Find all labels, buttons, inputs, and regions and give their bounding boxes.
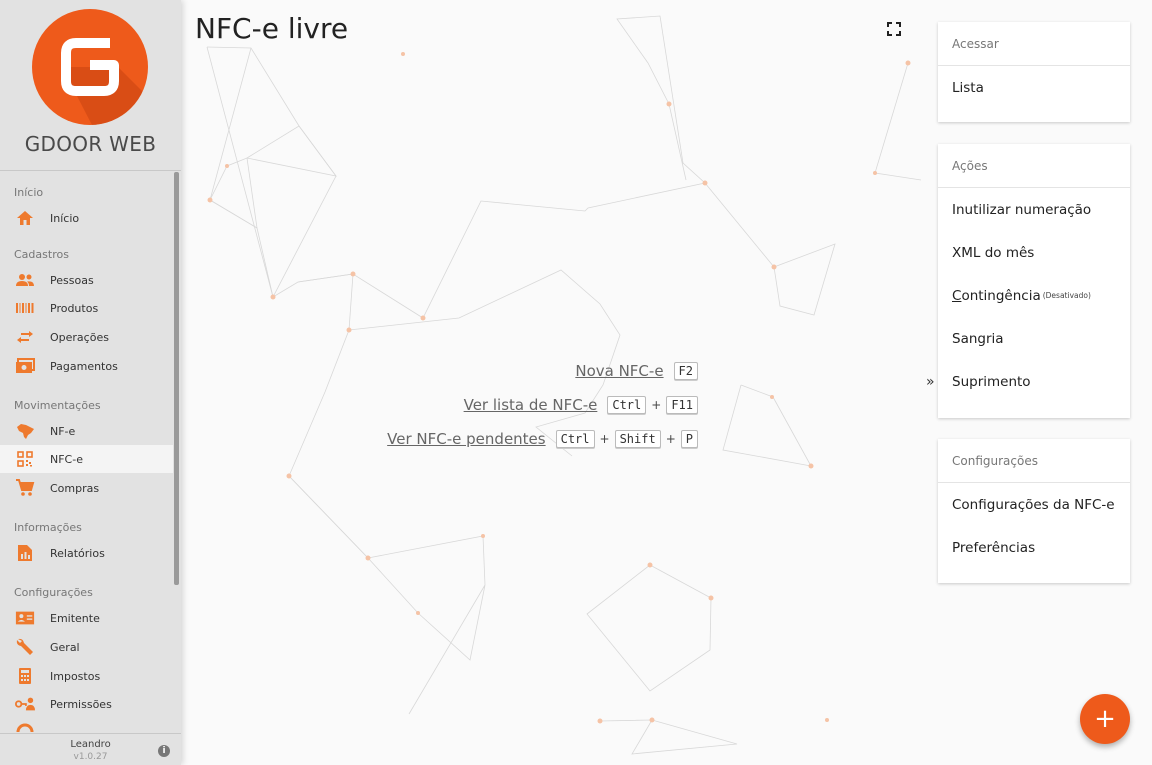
- sidebar-item-label: Início: [50, 211, 80, 225]
- sidebar-item-pessoas[interactable]: Pessoas: [0, 266, 173, 294]
- gdoor-logo[interactable]: [32, 9, 148, 125]
- sidebar-item-label: Operações: [50, 330, 109, 344]
- info-icon[interactable]: i: [158, 745, 170, 757]
- key-shift: Shift: [614, 430, 661, 448]
- shortcut-nova-nfce: Nova NFC-e F2: [575, 360, 698, 382]
- action-contingencia[interactable]: Contingência (Desativado): [938, 274, 1130, 317]
- add-button[interactable]: +: [1080, 694, 1130, 744]
- action-inutilizar-numeracao[interactable]: Inutilizar numeração: [938, 188, 1130, 231]
- wrench-icon: [15, 638, 35, 656]
- action-sangria[interactable]: Sangria: [938, 317, 1130, 360]
- card-acoes: Ações Inutilizar numeração XML do mês Co…: [938, 144, 1130, 418]
- sidebar-footer: Leandro v1.0.27 i: [0, 733, 181, 765]
- sidebar-item-impostos[interactable]: Impostos: [0, 662, 173, 690]
- sidebar-item-label: NF-e: [50, 424, 76, 438]
- contingencia-status: (Desativado): [1042, 291, 1091, 300]
- sidebar-item-label: Pagamentos: [50, 359, 118, 373]
- user-name[interactable]: Leandro: [0, 739, 181, 750]
- key-p: P: [680, 430, 698, 448]
- barcode-icon: [15, 299, 35, 317]
- section-label-cadastros: Cadastros: [14, 248, 69, 261]
- sidebar-item-label: Compras: [50, 481, 100, 495]
- calculator-icon: [15, 667, 35, 685]
- shortcut-lista-nfce: Ver lista de NFC-e Ctrl + F11: [464, 394, 698, 416]
- key-person-icon: [15, 695, 35, 713]
- sidebar-item-label: Geral: [50, 640, 80, 654]
- lista-nfce-link[interactable]: Ver lista de NFC-e: [464, 396, 598, 414]
- section-label-informacoes: Informações: [14, 521, 82, 534]
- sidebar-item-partial[interactable]: [0, 718, 173, 732]
- pendentes-nfce-link[interactable]: Ver NFC-e pendentes: [387, 430, 545, 448]
- sidebar-item-inicio[interactable]: Início: [0, 204, 173, 232]
- sidebar-scrollbar[interactable]: [174, 172, 179, 585]
- action-preferencias[interactable]: Preferências: [938, 526, 1130, 569]
- sidebar-item-label: Permissões: [50, 697, 112, 711]
- card-acessar: Acessar Lista: [938, 22, 1130, 122]
- qrcode-icon: [15, 450, 35, 468]
- key-f2: F2: [673, 362, 698, 380]
- fullscreen-icon[interactable]: [886, 21, 902, 37]
- sidebar: GDOOR WEB Início Início Cadastros Pessoa…: [0, 0, 181, 765]
- action-suprimento[interactable]: Suprimento: [938, 360, 1130, 403]
- sidebar-item-permissoes[interactable]: Permissões: [0, 690, 173, 718]
- sidebar-item-relatorios[interactable]: Relatórios: [0, 539, 173, 567]
- home-icon: [15, 209, 35, 227]
- card-header: Acessar: [938, 22, 1130, 66]
- partial-icon: [15, 723, 35, 732]
- key-plus: +: [651, 398, 662, 412]
- card-header: Configurações: [938, 439, 1130, 483]
- sidebar-item-nfce[interactable]: NFC-e: [0, 445, 173, 473]
- sidebar-item-emitente[interactable]: Emitente: [0, 604, 173, 632]
- sidebar-item-nfe[interactable]: NF-e: [0, 417, 173, 445]
- cart-icon: [15, 479, 35, 497]
- sidebar-item-compras[interactable]: Compras: [0, 474, 173, 502]
- sidebar-item-geral[interactable]: Geral: [0, 633, 173, 661]
- key-ctrl: Ctrl: [607, 396, 647, 414]
- sidebar-item-label: Impostos: [50, 669, 101, 683]
- section-label-inicio: Início: [14, 186, 44, 199]
- id-card-icon: [15, 609, 35, 627]
- page-title: NFC-e livre: [195, 12, 349, 45]
- action-configuracoes-nfce[interactable]: Configurações da NFC-e: [938, 483, 1130, 526]
- sidebar-item-label: Emitente: [50, 611, 100, 625]
- app-version: v1.0.27: [73, 752, 108, 762]
- sidebar-nav: Início Início Cadastros Pessoas Produtos…: [0, 172, 173, 732]
- people-icon: [15, 271, 35, 289]
- contingencia-label: Contingência: [952, 287, 1041, 304]
- card-header: Ações: [938, 144, 1130, 188]
- card-configuracoes: Configurações Configurações da NFC-e Pre…: [938, 439, 1130, 583]
- section-label-movimentacoes: Movimentações: [14, 399, 101, 412]
- section-label-configuracoes: Configurações: [14, 586, 93, 599]
- nova-nfce-link[interactable]: Nova NFC-e: [575, 362, 663, 380]
- swap-icon: [15, 328, 35, 346]
- sidebar-item-produtos[interactable]: Produtos: [0, 294, 173, 322]
- brand-name: GDOOR WEB: [24, 132, 157, 156]
- logo-area: GDOOR WEB: [0, 0, 181, 171]
- money-icon: [15, 357, 35, 375]
- sidebar-item-operacoes[interactable]: Operações: [0, 323, 173, 351]
- collapse-panel-button[interactable]: »: [926, 374, 935, 390]
- sidebar-item-label: Relatórios: [50, 546, 105, 560]
- action-lista[interactable]: Lista: [938, 66, 1130, 109]
- sidebar-item-pagamentos[interactable]: Pagamentos: [0, 352, 173, 380]
- sidebar-item-label: NFC-e: [50, 452, 83, 466]
- brazil-map-icon: [15, 422, 35, 440]
- sidebar-item-label: Pessoas: [50, 273, 94, 287]
- key-f11: F11: [666, 396, 698, 414]
- shortcut-pendentes-nfce: Ver NFC-e pendentes Ctrl + Shift + P: [387, 428, 698, 450]
- key-plus: +: [599, 432, 610, 446]
- key-plus: +: [665, 432, 676, 446]
- network-background: [206, 15, 922, 755]
- report-icon: [15, 544, 35, 562]
- sidebar-item-label: Produtos: [50, 301, 99, 315]
- key-ctrl: Ctrl: [555, 430, 595, 448]
- action-xml-do-mes[interactable]: XML do mês: [938, 231, 1130, 274]
